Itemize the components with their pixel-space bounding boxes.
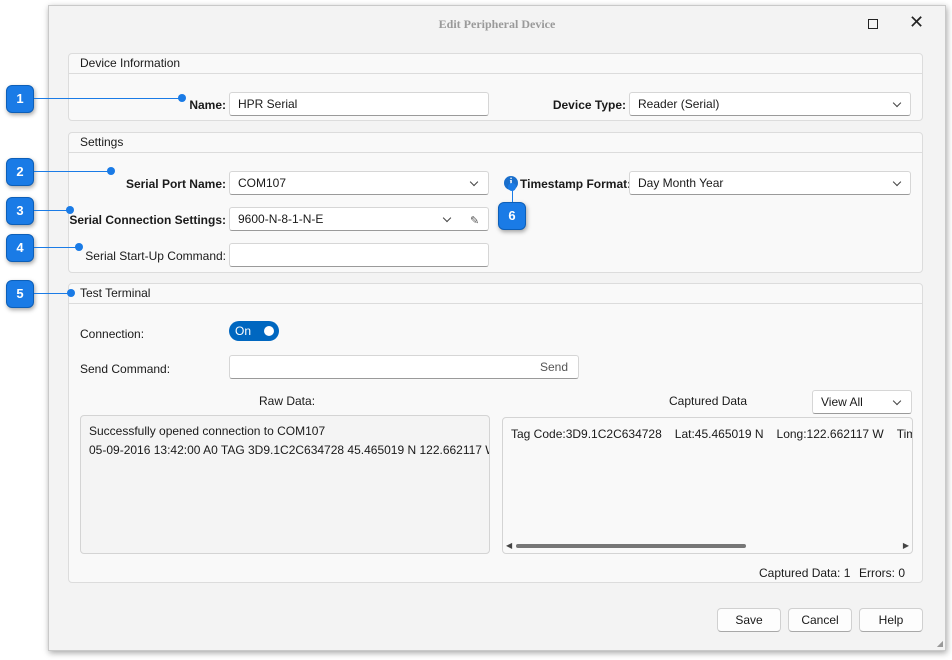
callout-dot — [508, 183, 516, 191]
title-bar: Edit Peripheral Device ✕ — [49, 6, 945, 42]
save-button[interactable]: Save — [717, 608, 781, 632]
view-filter-value: View All — [821, 395, 863, 409]
test-terminal-header: Test Terminal — [69, 284, 922, 304]
callout-3: 3 — [6, 197, 34, 225]
captured-field: Long:122.662117 W — [776, 427, 884, 441]
settings-group: Settings Serial Port Name: COM107 Serial… — [68, 132, 923, 273]
callout-dot — [107, 167, 115, 175]
callout-dot — [178, 94, 186, 102]
close-button[interactable]: ✕ — [906, 12, 928, 34]
cancel-button[interactable]: Cancel — [788, 608, 852, 632]
raw-data-line: 05-09-2016 13:42:00 A0 TAG 3D9.1C2C63472… — [89, 443, 490, 457]
connection-label: Connection: — [80, 327, 145, 341]
callout-6: 6 — [498, 202, 526, 230]
device-information-header: Device Information — [69, 54, 922, 74]
captured-data-label: Captured Data — [669, 394, 748, 408]
send-command-label: Send Command: — [80, 362, 171, 376]
test-terminal-group: Test Terminal Connection: On Send Comman… — [68, 283, 923, 583]
callout-4: 4 — [6, 234, 34, 262]
captured-field: Tag Code:3D9.1C2C634728 — [511, 427, 662, 441]
chevron-down-icon — [892, 177, 902, 187]
serial-connection-settings-select[interactable]: 9600-N-8-1-N-E ✎ — [229, 207, 489, 231]
captured-field: Lat:45.465019 N — [674, 427, 764, 441]
connection-state: On — [235, 324, 252, 338]
captured-data-grid[interactable]: Tag Code:3D9.1C2C634728 Lat:45.465019 N Lo… — [502, 417, 913, 554]
callout-line — [34, 98, 180, 99]
close-icon: ✕ — [909, 12, 925, 33]
callout-1: 1 — [6, 85, 34, 113]
raw-data-line: Successfully opened connection to COM107 — [89, 424, 326, 438]
timestamp-format-label: Timestamp Format: — [520, 177, 632, 191]
send-button[interactable]: Send — [540, 356, 568, 378]
device-type-label: Device Type: — [552, 98, 626, 112]
device-type-select[interactable]: Reader (Serial) — [629, 92, 911, 116]
raw-data-label: Raw Data: — [259, 394, 316, 408]
callout-line — [34, 210, 68, 211]
chevron-down-icon — [892, 98, 902, 108]
serial-port-value: COM107 — [238, 176, 287, 190]
scroll-left-icon[interactable]: ◀ — [506, 541, 512, 550]
callout-dot — [66, 206, 74, 214]
view-filter-select[interactable]: View All — [812, 390, 912, 414]
chevron-down-icon — [892, 396, 902, 406]
pencil-icon[interactable]: ✎ — [470, 210, 479, 230]
maximize-icon — [868, 19, 878, 29]
callout-5: 5 — [6, 280, 34, 308]
name-label: Name: — [189, 98, 226, 112]
name-value: HPR Serial — [238, 97, 298, 111]
timestamp-format-select[interactable]: Day Month Year — [629, 171, 911, 195]
chevron-down-icon — [469, 177, 479, 187]
timestamp-format-value: Day Month Year — [638, 176, 724, 190]
horizontal-scrollbar[interactable]: ◀ ▶ — [506, 541, 909, 550]
send-command-input[interactable]: Send — [229, 355, 579, 379]
device-type-value: Reader (Serial) — [638, 97, 720, 111]
callout-dot — [67, 289, 75, 297]
name-input[interactable]: HPR Serial — [229, 92, 489, 116]
callout-dot — [75, 243, 83, 251]
serial-port-label: Serial Port Name: — [125, 177, 226, 191]
captured-count: Captured Data: 1 — [759, 566, 851, 580]
callout-line — [34, 171, 110, 172]
settings-header: Settings — [69, 133, 922, 153]
errors-count: Errors: 0 — [859, 566, 906, 580]
callout-2: 2 — [6, 158, 34, 186]
serial-connection-settings-value: 9600-N-8-1-N-E — [238, 212, 324, 226]
raw-data-textarea[interactable]: Successfully opened connection to COM107… — [80, 415, 490, 554]
help-button[interactable]: Help — [859, 608, 923, 632]
scroll-thumb[interactable] — [516, 544, 746, 548]
chevron-down-icon — [442, 213, 452, 223]
device-information-group: Device Information Name: HPR Serial Devi… — [68, 53, 923, 121]
serial-connection-settings-label: Serial Connection Settings: — [69, 213, 226, 227]
captured-field: Timesta — [896, 427, 912, 441]
window-title: Edit Peripheral Device — [438, 17, 556, 31]
scroll-right-icon[interactable]: ▶ — [903, 541, 909, 550]
captured-data-row: Tag Code:3D9.1C2C634728 Lat:45.465019 N Lo… — [511, 427, 912, 441]
serial-startup-command-label: Serial Start-Up Command: — [85, 249, 226, 263]
toggle-knob — [264, 326, 274, 336]
serial-startup-command-input[interactable] — [229, 243, 489, 267]
maximize-button[interactable] — [862, 14, 884, 34]
resize-grip-icon[interactable]: ◢ — [937, 639, 943, 648]
callout-line — [34, 293, 70, 294]
callout-line — [34, 247, 77, 248]
serial-port-select[interactable]: COM107 — [229, 171, 489, 195]
connection-toggle[interactable]: On — [229, 321, 279, 341]
